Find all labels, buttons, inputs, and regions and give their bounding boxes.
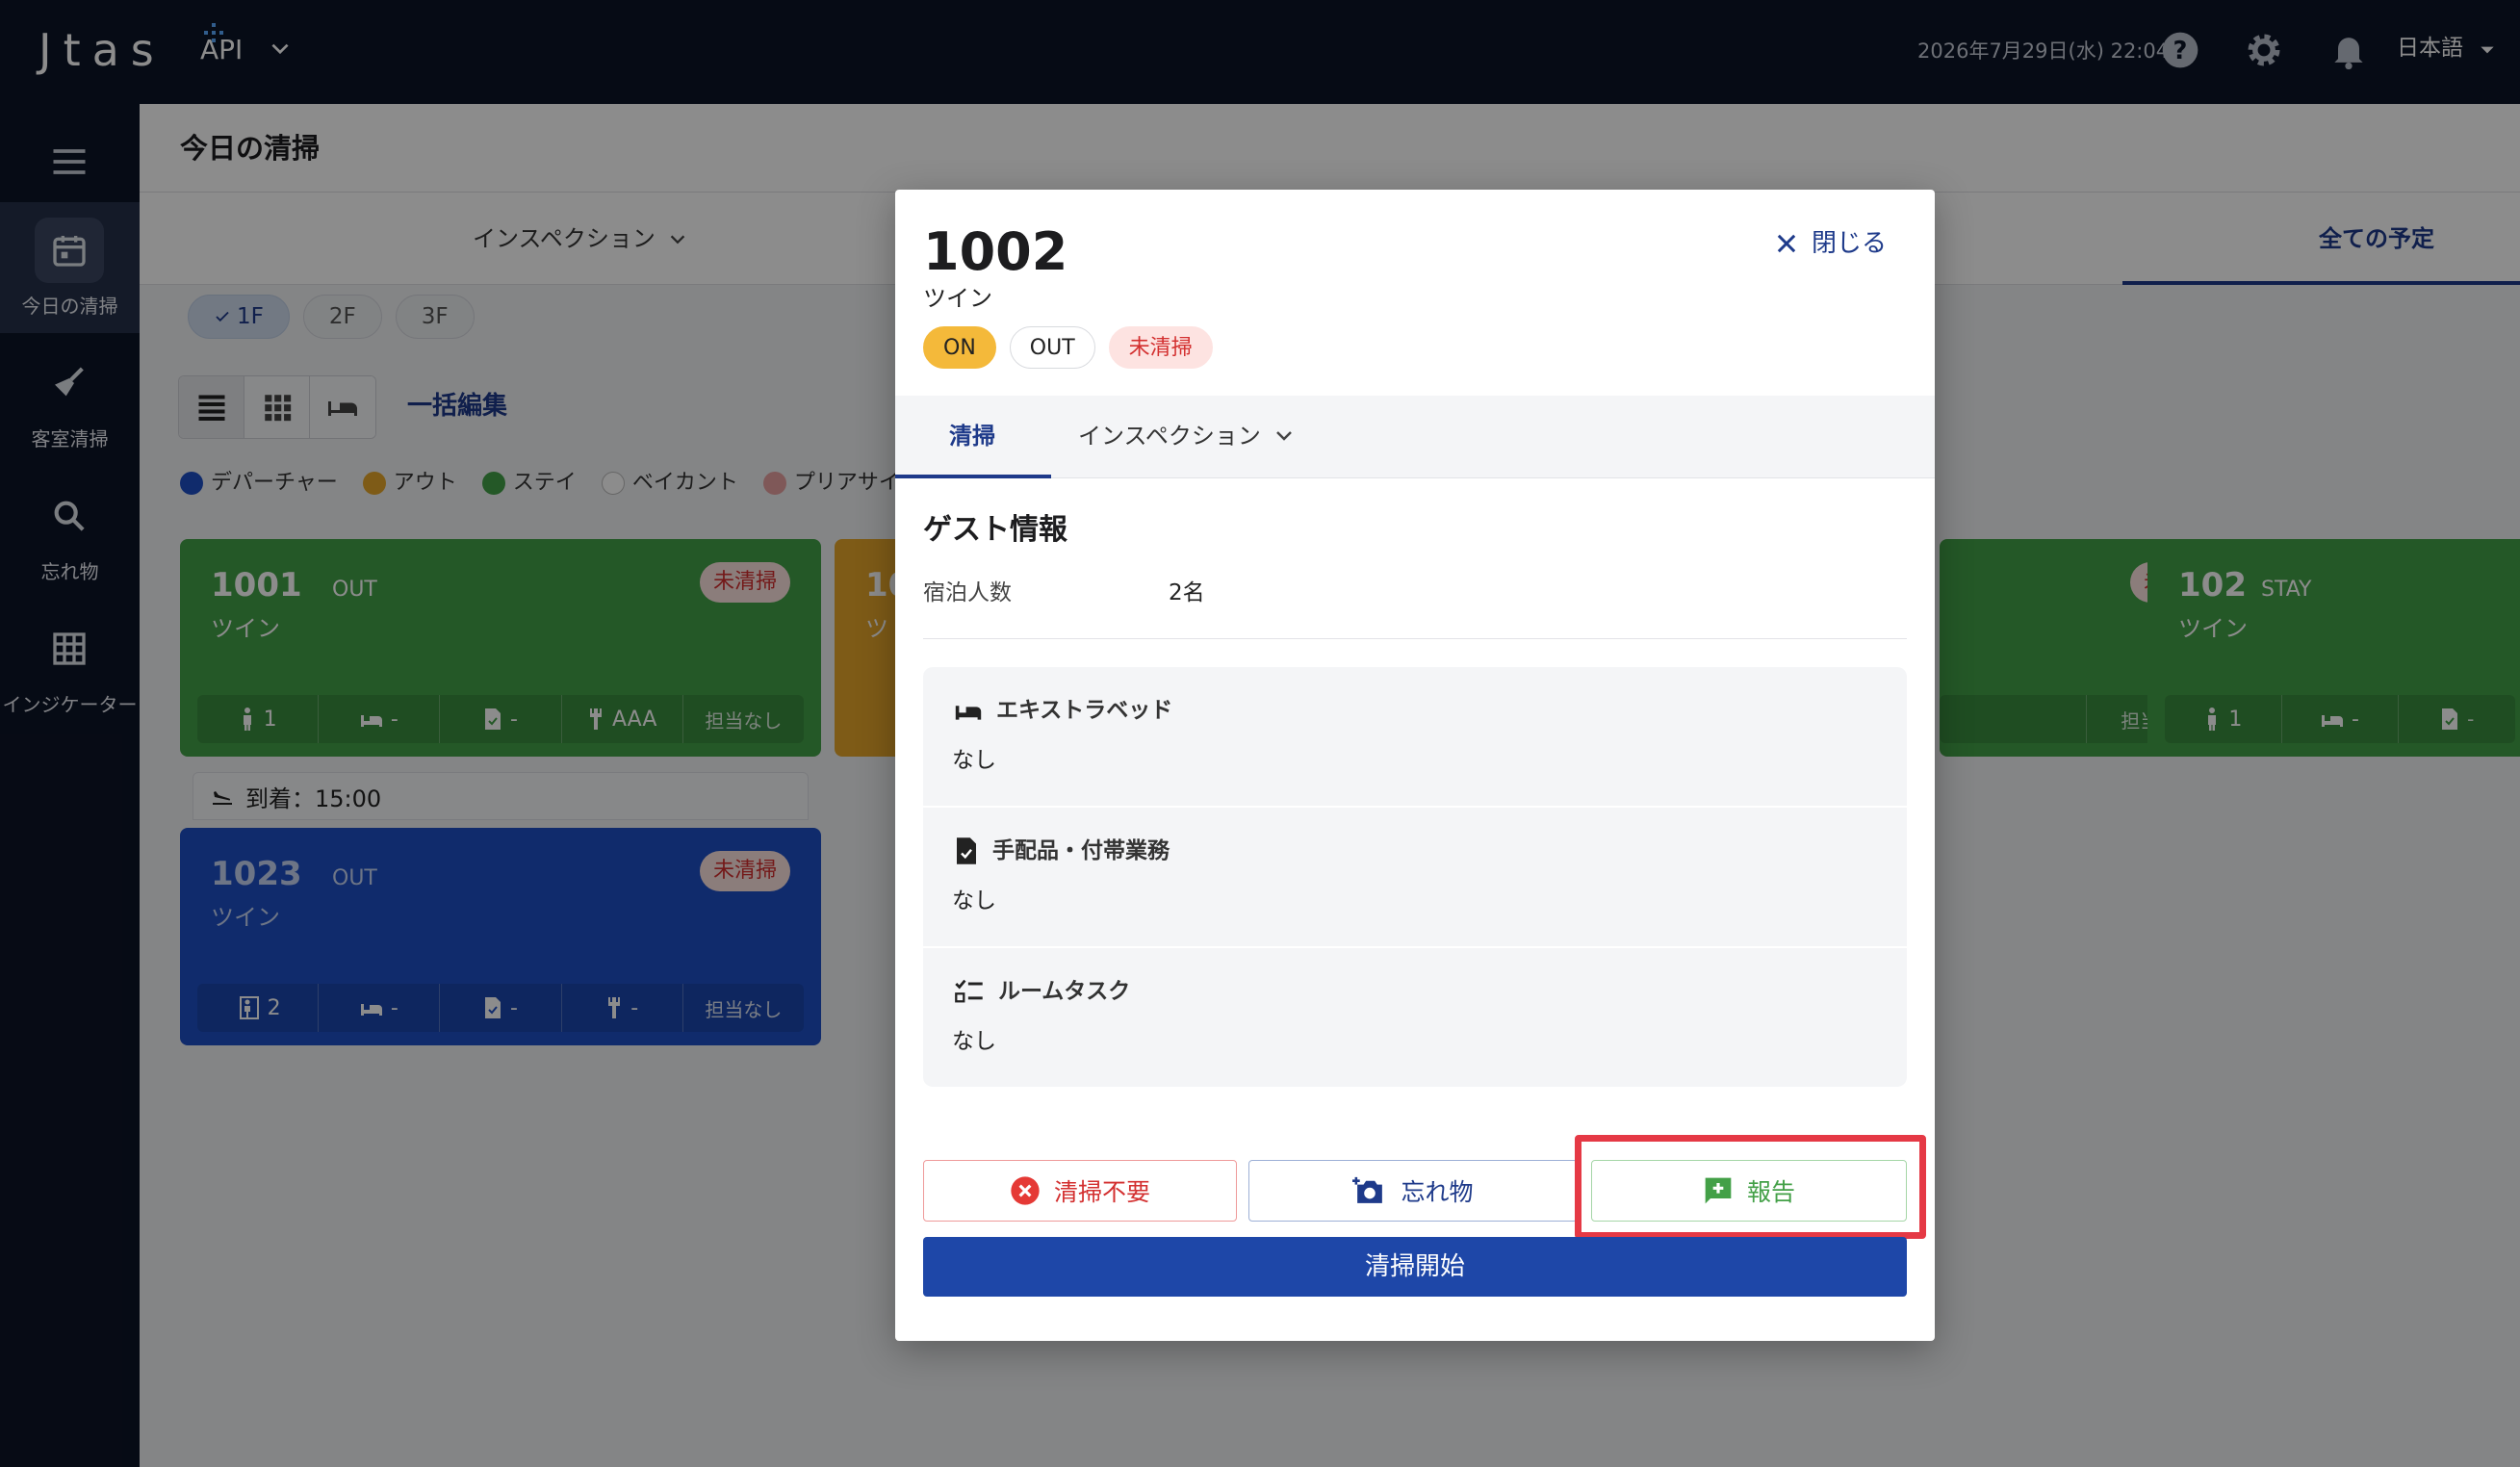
divider [923, 638, 1907, 639]
guest-count-label: 宿泊人数 [923, 580, 1012, 605]
modal-tabs: 清掃 インスペクション [895, 396, 1935, 478]
document-check-icon [957, 837, 976, 864]
tab-inspection[interactable]: インスペクション [1078, 419, 1261, 453]
modal-room-number: 1002 [923, 221, 1068, 282]
chip-uncleaned: 未清掃 [1108, 326, 1213, 369]
section-arrangements: 手配品・付帯業務 なし [923, 808, 1907, 946]
guest-info-title: ゲスト情報 [923, 513, 1067, 547]
camera-add-icon [1352, 1176, 1383, 1203]
chip-on: ON [923, 326, 996, 369]
checklist-icon [955, 979, 983, 1003]
close-icon [1777, 234, 1796, 253]
tab-indicator [895, 475, 1051, 478]
chevron-down-icon[interactable] [1273, 425, 1296, 448]
modal-room-type: ツイン [923, 285, 992, 312]
chip-out: OUT [1009, 326, 1095, 369]
guest-count-value: 2名 [1169, 580, 1205, 605]
lost-item-button[interactable]: 忘れ物 [1248, 1160, 1578, 1222]
no-cleaning-button[interactable]: 清掃不要 [923, 1160, 1237, 1222]
tab-cleaning[interactable]: 清掃 [949, 419, 995, 453]
start-cleaning-button[interactable]: 清掃開始 [923, 1237, 1907, 1297]
bed-icon [955, 706, 982, 720]
room-detail-modal: 1002 ツイン 閉じる ON OUT 未清掃 清掃 インスペクション ゲスト情… [895, 190, 1935, 1341]
section-extra-bed: エキストラベッド なし [923, 667, 1907, 806]
section-room-tasks: ルームタスク なし [923, 948, 1907, 1087]
highlight-box [1575, 1135, 1926, 1239]
cancel-circle-icon [1011, 1176, 1040, 1205]
modal-status-chips: ON OUT 未清掃 [923, 326, 1213, 369]
close-button[interactable]: 閉じる [1773, 224, 1887, 263]
